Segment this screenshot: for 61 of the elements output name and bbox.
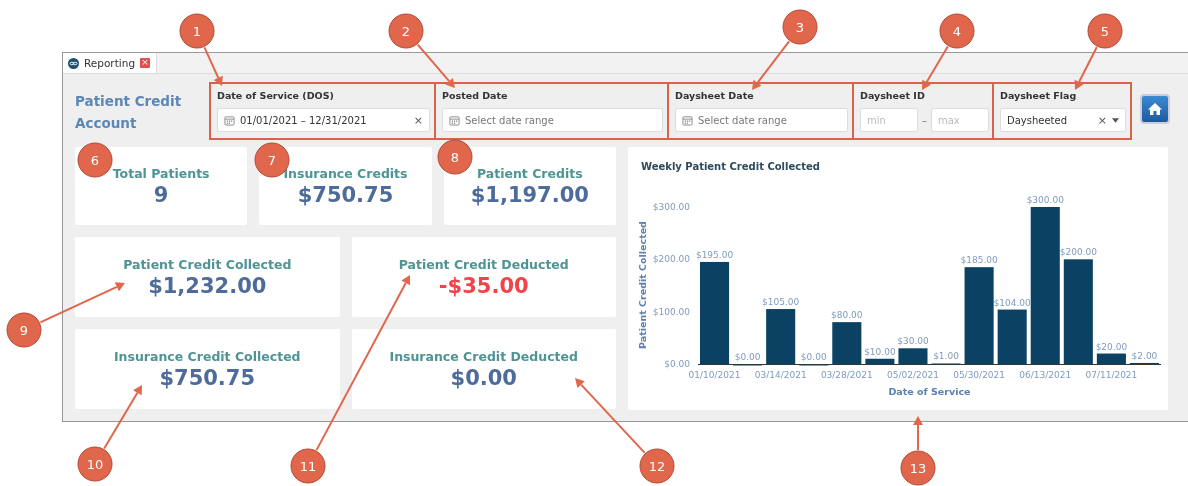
filter-label: Date of Service (DOS) [217, 89, 335, 103]
range-separator: – [922, 114, 927, 126]
stat-value: $750.75 [159, 365, 256, 390]
y-tick-label: $0.00 [664, 359, 690, 369]
stat-value: -$35.00 [438, 273, 529, 298]
y-tick-label: $200.00 [652, 254, 690, 265]
stat-title: Patient Credits [476, 165, 583, 181]
chart-title: Weekly Patient Credit Collected [640, 161, 821, 172]
bar-value-label: $80.00 [831, 310, 863, 321]
callout-number: 11 [290, 448, 326, 484]
callout-number: 4 [939, 13, 975, 49]
x-tick-label: 05/02/2021 [887, 370, 939, 380]
stat-title: Patient Credit Deducted [398, 256, 569, 272]
callout-number: 5 [1087, 13, 1123, 49]
callout-number: 1 [179, 13, 215, 49]
y-tick-label: $300.00 [652, 202, 690, 212]
x-axis-title: Date of Service [888, 386, 971, 397]
y-axis-title: Patient Credit Collected [637, 221, 648, 349]
stat-title: Patient Credit Collected [123, 256, 292, 272]
stat-value: $0.00 [450, 365, 517, 390]
filter-label: Daysheet Flag [1000, 89, 1078, 103]
stat-value: 9 [153, 182, 169, 207]
bar-value-label: $10.00 [864, 346, 896, 357]
stat-value: $750.75 [297, 182, 394, 207]
stat-title: Insurance Credit Collected [113, 348, 301, 364]
x-tick-label: 06/13/2021 [1019, 370, 1072, 380]
stat-value: $1,232.00 [148, 273, 267, 298]
callout-number: 9 [6, 312, 42, 348]
bar-value-label: $185.00 [960, 255, 998, 266]
y-tick-label: $100.00 [652, 306, 690, 317]
bar-value-label: $0.00 [800, 352, 827, 362]
filter-label: Daysheet Date [675, 89, 755, 103]
x-tick-label: 07/11/2021 [1085, 370, 1138, 380]
bar-value-label: $2.00 [1131, 350, 1158, 361]
filter-label: Daysheet ID [860, 89, 926, 103]
stat-title: Total Patients [112, 165, 210, 181]
bar-value-label: $105.00 [762, 297, 800, 308]
callout-number: 10 [77, 446, 113, 482]
bar-value-label: $104.00 [993, 297, 1031, 308]
bar-value-label: $30.00 [897, 336, 929, 347]
callout-number: 2 [388, 13, 424, 49]
x-tick-label: 03/14/2021 [754, 370, 807, 380]
bar-value-label: $1.00 [933, 351, 959, 362]
stat-title: Insurance Credits [283, 165, 408, 181]
filter-label: Posted Date [442, 89, 509, 103]
stat-value: $1,197.00 [470, 182, 589, 207]
bar-value-label: $20.00 [1095, 341, 1128, 352]
bar-value-label: $195.00 [695, 249, 734, 260]
callout-number: 13 [900, 450, 936, 486]
bar-value-label: $300.00 [1026, 195, 1064, 205]
bar-value-label: $0.00 [734, 352, 761, 362]
page-title: Patient Credit Account [75, 92, 183, 133]
callout-number: 8 [437, 139, 473, 175]
stat-title: Insurance Credit Deducted [389, 348, 578, 364]
x-tick-label: 03/28/2021 [820, 370, 873, 380]
callout-number: 3 [782, 9, 818, 45]
bar-value-label: $200.00 [1059, 247, 1097, 258]
x-tick-label: 05/30/2021 [953, 370, 1006, 380]
callout-number: 12 [639, 448, 675, 484]
x-tick-label: 01/10/2021 [688, 370, 741, 380]
callout-number: 6 [77, 142, 113, 178]
